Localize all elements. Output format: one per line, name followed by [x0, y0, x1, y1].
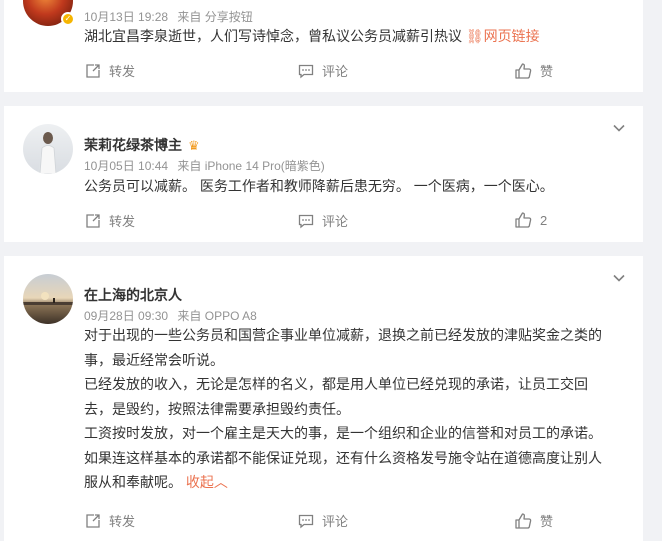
post-source: 来自 分享按钮	[177, 10, 253, 24]
repost-label: 转发	[109, 64, 136, 79]
post-paragraph: 已经发放的收入，无论是怎样的名义，都是用人单位已经兑现的承诺，让员工交回去，是毁…	[84, 376, 588, 417]
repost-icon	[86, 213, 100, 228]
like-label: 赞	[540, 514, 554, 529]
username[interactable]: 茉莉花绿茶博主 ♛	[84, 135, 200, 155]
comment-button[interactable]: 评论	[298, 61, 348, 80]
post-time[interactable]: 10月05日 10:44	[84, 159, 168, 173]
collapse-link[interactable]: 收起︿	[186, 474, 228, 490]
link-icon: ⛓	[465, 28, 484, 44]
chevron-down-icon[interactable]	[613, 122, 625, 134]
like-icon	[515, 212, 532, 228]
repost-icon	[86, 63, 100, 78]
like-count: 2	[540, 212, 548, 228]
like-icon	[515, 62, 532, 79]
post-meta: 10月13日 19:28 来自 分享按钮	[84, 8, 259, 25]
like-label: 赞	[540, 64, 554, 79]
post-text: 公务员可以减薪。 医务工作者和教师降薪后患无穷。 一个医病，一个医心。	[84, 178, 554, 194]
post-meta: 10月05日 10:44 来自 iPhone 14 Pro(暗紫色)	[84, 157, 331, 174]
post-card: 在上海的北京人 09月28日 09:30 来自 OPPO A8 对于出现的一些公…	[4, 256, 643, 541]
repost-button[interactable]: 转发	[85, 61, 135, 80]
comment-label: 评论	[322, 64, 349, 79]
verified-badge-icon: ✓	[61, 12, 75, 26]
comment-icon	[298, 514, 314, 528]
comment-button[interactable]: 评论	[298, 211, 348, 230]
comment-icon	[298, 64, 314, 78]
post-meta: 09月28日 09:30 来自 OPPO A8	[84, 307, 263, 324]
avatar-image	[38, 132, 57, 174]
post-paragraph-text: 工资按时发放，对一个雇主是天大的事，是一个组织和企业的信誉和对员工的承诺。如果连…	[84, 425, 602, 490]
like-button[interactable]: 2	[514, 211, 547, 229]
comment-button[interactable]: 评论	[298, 511, 348, 530]
chevron-down-icon[interactable]	[613, 272, 625, 284]
repost-icon	[86, 513, 100, 528]
avatar[interactable]	[23, 274, 73, 324]
repost-button[interactable]: 转发	[85, 511, 135, 530]
action-bar: 转发 评论 赞	[4, 61, 643, 85]
action-bar: 转发 评论 赞	[4, 511, 643, 535]
avatar[interactable]	[23, 124, 73, 174]
action-bar: 转发 评论 2	[4, 211, 643, 235]
web-link[interactable]: ⛓网页链接	[466, 28, 540, 44]
post-source: 来自 OPPO A8	[177, 309, 257, 323]
post-time[interactable]: 10月13日 19:28	[84, 10, 168, 24]
like-icon	[515, 512, 532, 529]
comment-icon	[298, 214, 314, 228]
username-text: 茉莉花绿茶博主	[84, 137, 182, 153]
post-card: 茉莉花绿茶博主 ♛ 10月05日 10:44 来自 iPhone 14 Pro(暗…	[4, 106, 643, 242]
avatar-image	[23, 292, 73, 305]
username[interactable]: 在上海的北京人	[84, 285, 182, 305]
comment-label: 评论	[322, 214, 349, 229]
link-label: 网页链接	[483, 28, 540, 44]
post-paragraph: 工资按时发放，对一个雇主是天大的事，是一个组织和企业的信誉和对员工的承诺。如果连…	[84, 421, 614, 495]
post-paragraph: 对于出现的一些公务员和国营企事业单位减薪，退换之前已经发放的津贴奖金之类的事，最…	[84, 327, 602, 368]
repost-button[interactable]: 转发	[85, 211, 135, 230]
comment-label: 评论	[322, 514, 349, 529]
post-content: 公务员可以减薪。 医务工作者和教师降薪后患无穷。 一个医病，一个医心。	[84, 174, 620, 199]
chevron-up-icon: ︿	[213, 474, 228, 490]
post-time[interactable]: 09月28日 09:30	[84, 309, 168, 323]
like-button[interactable]: 赞	[514, 61, 553, 80]
repost-label: 转发	[109, 514, 136, 529]
repost-label: 转发	[109, 214, 136, 229]
like-button[interactable]: 赞	[514, 511, 553, 530]
post-card: ✓ 10月13日 19:28 来自 分享按钮 湖北宜昌李泉逝世，人们写诗悼念，曾…	[4, 0, 643, 92]
crown-icon: ♛	[188, 138, 200, 153]
post-content: 湖北宜昌李泉逝世，人们写诗悼念，曾私议公务员减薪引热议 ⛓网页链接	[84, 24, 620, 49]
post-source: 来自 iPhone 14 Pro(暗紫色)	[177, 159, 325, 173]
collapse-label: 收起	[185, 474, 214, 490]
post-text: 湖北宜昌李泉逝世，人们写诗悼念，曾私议公务员减薪引热议	[84, 28, 462, 44]
post-content: 对于出现的一些公务员和国营企事业单位减薪，退换之前已经发放的津贴奖金之类的事，最…	[84, 323, 614, 495]
